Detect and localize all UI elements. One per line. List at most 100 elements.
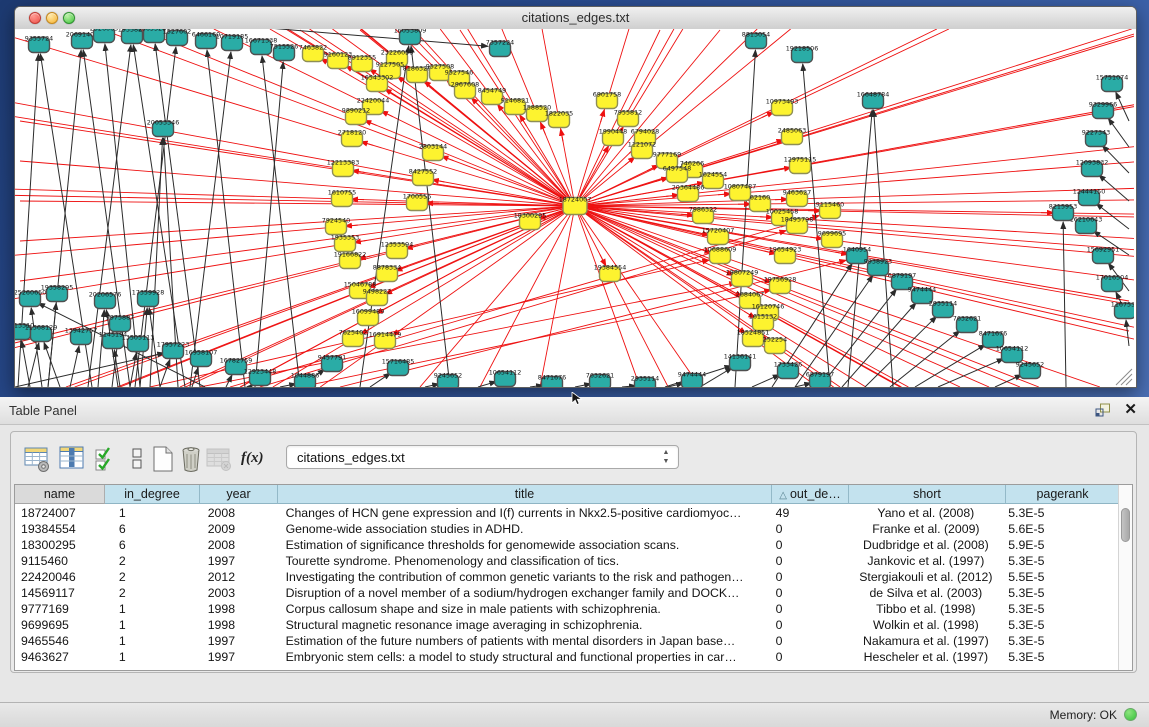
table-cell[interactable]: 0 xyxy=(771,521,848,537)
table-cell[interactable]: Jankovic et al. (1997) xyxy=(848,553,1005,569)
graph-edge[interactable] xyxy=(70,346,79,387)
graph-edge[interactable] xyxy=(575,206,1134,238)
graph-edge[interactable] xyxy=(1126,320,1129,346)
table-cell[interactable]: 0 xyxy=(771,617,848,633)
table-row[interactable]: 1456911722003Disruption of a novel membe… xyxy=(15,585,1118,601)
table-cell[interactable]: Hescheler et al. (1997) xyxy=(848,649,1005,665)
graph-edge[interactable] xyxy=(190,52,231,387)
table-cell[interactable]: 2009 xyxy=(200,521,278,537)
table-cell[interactable]: 1 xyxy=(105,601,200,617)
column-header-pagerank[interactable]: pagerank xyxy=(1006,485,1120,504)
graph-edge[interactable] xyxy=(15,206,575,343)
graph-node[interactable]: 9975887 xyxy=(106,314,134,332)
graph-node[interactable]: 16648784 xyxy=(857,91,890,109)
graph-node[interactable]: 9474444 xyxy=(678,371,706,388)
table-cell[interactable]: 5.3E-5 xyxy=(1004,553,1118,569)
graph-node[interactable]: 10973493 xyxy=(766,98,799,116)
graph-node[interactable]: 6879197 xyxy=(806,371,834,388)
table-cell[interactable]: Franke et al. (2009) xyxy=(848,521,1005,537)
graph-node[interactable]: 9355724 xyxy=(25,35,53,53)
table-cell[interactable]: 0 xyxy=(771,585,848,601)
table-cell[interactable]: 9115460 xyxy=(15,553,105,569)
graph-edge[interactable] xyxy=(1063,222,1066,387)
table-cell[interactable]: 0 xyxy=(771,601,848,617)
graph-node[interactable]: 7632621 xyxy=(953,315,981,333)
table-cell[interactable]: 0 xyxy=(771,649,848,665)
canvas-resize-grip[interactable] xyxy=(1116,369,1132,385)
graph-node[interactable]: 8878334 xyxy=(373,264,401,282)
graph-node[interactable]: 1610755 xyxy=(328,189,356,207)
network-view-window[interactable]: citations_edges.txt 93557242069140625260… xyxy=(14,6,1137,388)
graph-edge[interactable] xyxy=(480,206,575,387)
table-cell[interactable]: 1998 xyxy=(200,617,278,633)
graph-edge[interactable] xyxy=(262,56,300,387)
table-cell[interactable]: 1997 xyxy=(200,633,278,649)
table-cell[interactable]: Structural magnetic resonance image aver… xyxy=(278,617,771,633)
column-header-out_de[interactable]: △out_de… xyxy=(772,485,849,504)
table-cell[interactable]: 9777169 xyxy=(15,601,105,617)
graph-edge[interactable] xyxy=(865,316,937,387)
function-builder-icon[interactable]: f(x) xyxy=(241,450,269,480)
graph-edge[interactable] xyxy=(280,384,296,387)
column-visibility-icon[interactable] xyxy=(58,444,86,474)
graph-edge[interactable] xyxy=(478,382,496,387)
table-cell[interactable]: 0 xyxy=(771,537,848,553)
graph-node[interactable]: 1935353 xyxy=(331,234,359,252)
graph-edge[interactable] xyxy=(22,341,30,387)
table-cell[interactable]: Disruption of a novel member of a sodium… xyxy=(278,585,771,601)
graph-node[interactable]: 7986322 xyxy=(689,206,717,224)
graph-edge[interactable] xyxy=(150,138,163,387)
table-cell[interactable]: 5.3E-5 xyxy=(1004,505,1118,521)
graph-node[interactable]: 1990448 xyxy=(599,128,627,146)
graph-node[interactable]: 7924540 xyxy=(322,217,350,235)
graph-node[interactable]: 6497548 xyxy=(663,165,691,183)
table-row[interactable]: 946362711997Embryonic stem cells: a mode… xyxy=(15,649,1118,665)
node-table[interactable]: namein_degreeyeartitle△out_de…shortpager… xyxy=(14,484,1133,671)
graph-node[interactable]: 14136141 xyxy=(724,353,757,371)
graph-node[interactable]: 1733426 xyxy=(774,361,802,379)
table-cell[interactable]: 9699695 xyxy=(15,617,105,633)
close-panel-icon[interactable]: ✕ xyxy=(1124,400,1137,418)
create-column-icon[interactable] xyxy=(149,444,177,474)
table-cell[interactable]: 14569117 xyxy=(15,585,105,601)
graph-node[interactable]: 8912355 xyxy=(348,54,376,72)
graph-node[interactable]: 16958107 xyxy=(185,349,218,367)
graph-node[interactable]: 18724007 xyxy=(559,196,592,215)
table-cell[interactable]: Tourette syndrome. Phenomenology and cla… xyxy=(278,553,771,569)
graph-node[interactable]: 1822035 xyxy=(545,110,573,128)
column-header-year[interactable]: year xyxy=(200,485,278,504)
table-cell[interactable]: 1 xyxy=(105,617,200,633)
graph-edge[interactable] xyxy=(995,375,1022,387)
table-cell[interactable]: 5.3E-5 xyxy=(1004,601,1118,617)
table-row[interactable]: 2242004622012Investigating the contribut… xyxy=(15,569,1118,585)
table-cell[interactable]: 0 xyxy=(771,553,848,569)
table-row[interactable]: 1830029562008Estimation of significance … xyxy=(15,537,1118,553)
graph-edge[interactable] xyxy=(15,206,575,348)
graph-node[interactable]: 8215953 xyxy=(1049,203,1077,221)
graph-node[interactable]: 19218506 xyxy=(786,45,819,63)
table-cell[interactable]: Dudbridge et al. (2008) xyxy=(848,537,1005,553)
graph-node[interactable]: 7515526 xyxy=(270,43,298,61)
graph-node[interactable]: 20206576 xyxy=(89,291,122,309)
table-cell[interactable]: Nakamura et al. (1997) xyxy=(848,633,1005,649)
graph-edge[interactable] xyxy=(370,373,391,387)
table-cell[interactable]: 9465546 xyxy=(15,633,105,649)
graph-node[interactable]: 1700556 xyxy=(403,193,431,211)
graph-node[interactable]: 9329966 xyxy=(1089,101,1117,119)
table-cell[interactable]: 5.3E-5 xyxy=(1004,649,1118,665)
graph-node[interactable]: 9245652 xyxy=(434,372,462,388)
graph-node[interactable]: 16053809 xyxy=(394,29,427,45)
graph-edge[interactable] xyxy=(48,303,56,387)
table-cell[interactable]: Estimation of significance thresholds fo… xyxy=(278,537,771,553)
table-cell[interactable]: 1997 xyxy=(200,553,278,569)
table-cell[interactable]: 5.3E-5 xyxy=(1004,585,1118,601)
graph-node[interactable]: 7625402 xyxy=(339,329,367,347)
graph-node[interactable]: 12353594 xyxy=(381,241,414,259)
table-cell[interactable]: Wolkin et al. (1998) xyxy=(848,617,1005,633)
vertical-scrollbar[interactable] xyxy=(1118,485,1132,670)
graph-edge[interactable] xyxy=(520,115,527,126)
table-cell[interactable]: 0 xyxy=(771,569,848,585)
table-row[interactable]: 1872400712008Changes of HCN gene express… xyxy=(15,505,1118,521)
graph-node[interactable]: 2935114 xyxy=(631,375,659,388)
table-cell[interactable]: 5.6E-5 xyxy=(1004,521,1118,537)
